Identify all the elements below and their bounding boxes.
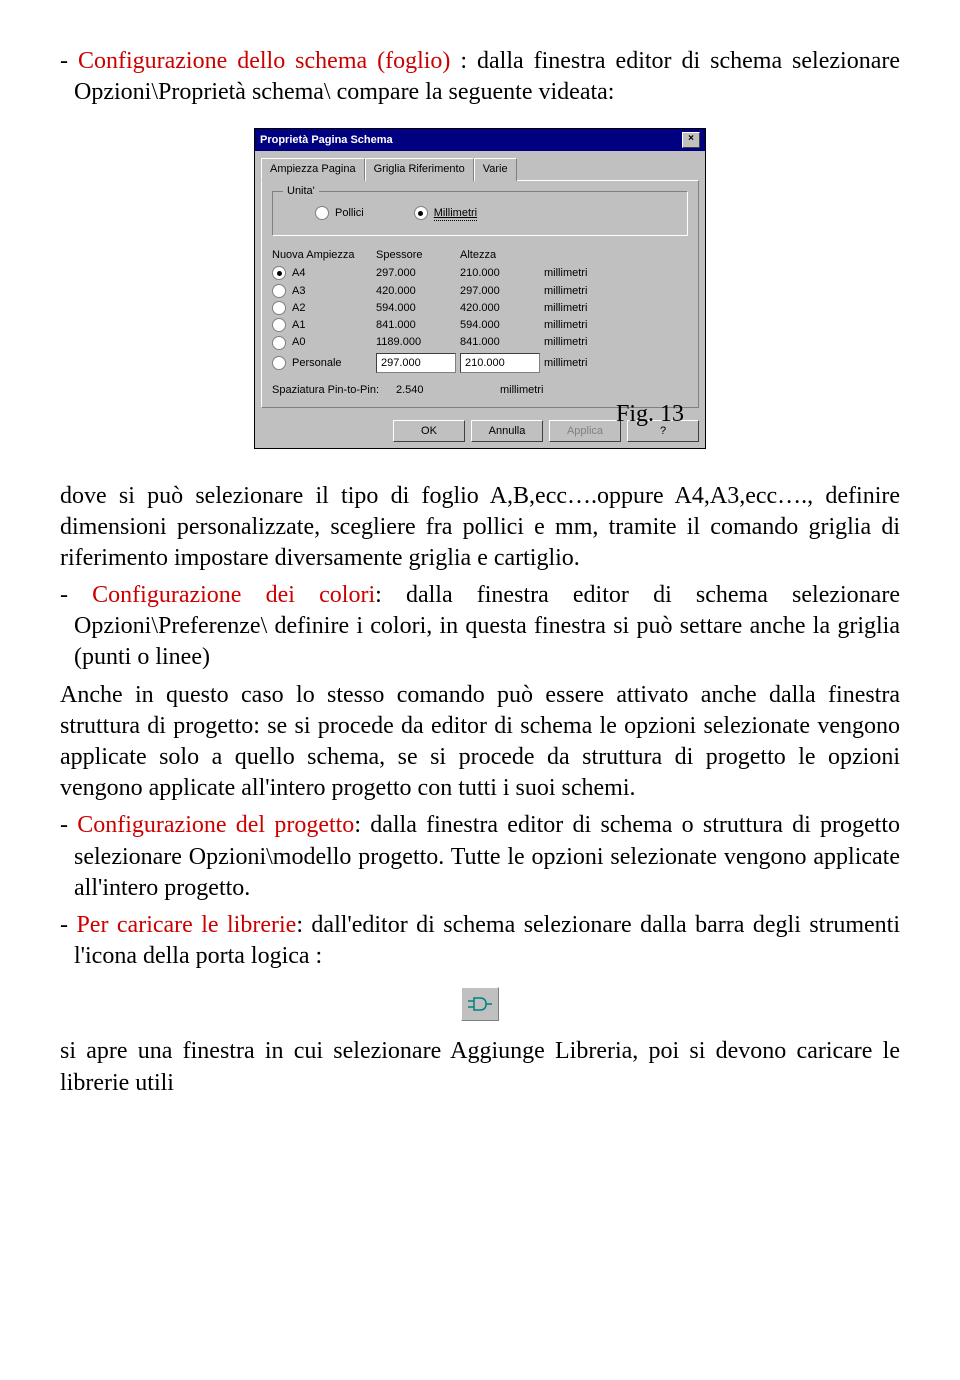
pin-spacing-row: Spaziatura Pin-to-Pin: 2.540 millimetri bbox=[272, 383, 688, 397]
size-row-a0: A0 1189.000 841.000 millimetri bbox=[272, 335, 688, 349]
dash: - bbox=[60, 582, 92, 608]
size-w: 420.000 bbox=[376, 284, 456, 298]
logic-gate-toolbar-icon[interactable] bbox=[461, 987, 499, 1021]
apply-button[interactable]: Applica bbox=[549, 420, 621, 442]
size-unit: millimetri bbox=[544, 301, 614, 315]
size-h: 420.000 bbox=[460, 301, 540, 315]
spacing-label: Spaziatura Pin-to-Pin: bbox=[272, 383, 392, 397]
intro-paragraph: - Configurazione dello schema (foglio) :… bbox=[60, 46, 900, 108]
size-w: 841.000 bbox=[376, 318, 456, 332]
size-row-a2: A2 594.000 420.000 millimetri bbox=[272, 301, 688, 315]
size-row-a4: A4 297.000 210.000 millimetri bbox=[272, 266, 688, 280]
section-colori: - Configurazione dei colori: dalla fines… bbox=[60, 580, 900, 674]
size-unit: millimetri bbox=[544, 356, 614, 370]
radio-millimetri[interactable]: Millimetri bbox=[414, 206, 477, 221]
col-altezza: Altezza bbox=[460, 248, 540, 262]
tab-panel: Unita' Pollici Millimetri Nuova Ampiezza… bbox=[261, 180, 699, 408]
size-w: 1189.000 bbox=[376, 335, 456, 349]
section-title: Configurazione dei colori bbox=[92, 582, 375, 608]
dash: - bbox=[60, 812, 77, 838]
size-unit: millimetri bbox=[544, 335, 614, 349]
size-w: 297.000 bbox=[376, 266, 456, 280]
body-paragraph-2: Anche in questo caso lo stesso comando p… bbox=[60, 680, 900, 805]
section-progetto: - Configurazione del progetto: dalla fin… bbox=[60, 810, 900, 904]
size-row-personale: Personale 297.000 210.000 millimetri bbox=[272, 353, 688, 373]
radio-dot-icon[interactable] bbox=[272, 266, 286, 280]
section-title: Per caricare le librerie bbox=[76, 912, 296, 938]
units-group-label: Unita' bbox=[283, 184, 319, 198]
spacing-unit: millimetri bbox=[500, 383, 570, 397]
size-w: 594.000 bbox=[376, 301, 456, 315]
dash: - bbox=[60, 912, 76, 938]
cancel-button[interactable]: Annulla bbox=[471, 420, 543, 442]
col-unit bbox=[544, 248, 614, 262]
size-name: A2 bbox=[292, 301, 305, 315]
radio-dot-icon bbox=[414, 206, 428, 220]
radio-dot-icon[interactable] bbox=[272, 336, 286, 350]
size-name: A3 bbox=[292, 284, 305, 298]
radio-dot-icon bbox=[315, 206, 329, 220]
logic-gate-icon bbox=[468, 996, 492, 1012]
size-name: A4 bbox=[292, 266, 305, 280]
radio-pollici[interactable]: Pollici bbox=[315, 206, 364, 221]
radio-dot-icon[interactable] bbox=[272, 356, 286, 370]
body-paragraph-1: dove si può selezionare il tipo di fogli… bbox=[60, 481, 900, 575]
units-group: Unita' Pollici Millimetri bbox=[272, 191, 688, 236]
size-h: 297.000 bbox=[460, 284, 540, 298]
width-input[interactable]: 297.000 bbox=[376, 353, 456, 373]
ok-button[interactable]: OK bbox=[393, 420, 465, 442]
section-librerie: - Per caricare le librerie: dall'editor … bbox=[60, 910, 900, 972]
size-unit: millimetri bbox=[544, 318, 614, 332]
tab-strip: Ampiezza Pagina Griglia Riferimento Vari… bbox=[255, 151, 705, 179]
radio-label: Millimetri bbox=[434, 206, 477, 221]
size-unit: millimetri bbox=[544, 284, 614, 298]
close-icon[interactable]: × bbox=[682, 132, 700, 148]
footer-paragraph: si apre una finestra in cui selezionare … bbox=[60, 1036, 900, 1098]
radio-dot-icon[interactable] bbox=[272, 318, 286, 332]
dash: - bbox=[60, 48, 78, 74]
size-h: 841.000 bbox=[460, 335, 540, 349]
column-headers: Nuova Ampiezza Spessore Altezza bbox=[272, 248, 688, 262]
dialog-titlebar: Proprietà Pagina Schema × bbox=[255, 129, 705, 151]
spacing-value: 2.540 bbox=[396, 383, 496, 397]
tab-ampiezza[interactable]: Ampiezza Pagina bbox=[261, 158, 365, 180]
size-name: A0 bbox=[292, 335, 305, 349]
height-input[interactable]: 210.000 bbox=[460, 353, 540, 373]
section-title: Configurazione del progetto bbox=[77, 812, 354, 838]
size-name: A1 bbox=[292, 318, 305, 332]
intro-title: Configurazione dello schema (foglio) bbox=[78, 48, 450, 74]
size-h: 210.000 bbox=[460, 266, 540, 280]
size-unit: millimetri bbox=[544, 266, 614, 280]
radio-dot-icon[interactable] bbox=[272, 301, 286, 315]
tab-griglia[interactable]: Griglia Riferimento bbox=[365, 158, 474, 180]
radio-dot-icon[interactable] bbox=[272, 284, 286, 298]
radio-label: Pollici bbox=[335, 206, 364, 220]
dialog-title: Proprietà Pagina Schema bbox=[260, 133, 393, 147]
size-h: 594.000 bbox=[460, 318, 540, 332]
col-spessore: Spessore bbox=[376, 248, 456, 262]
size-name: Personale bbox=[292, 356, 342, 370]
size-row-a1: A1 841.000 594.000 millimetri bbox=[272, 318, 688, 332]
size-row-a3: A3 420.000 297.000 millimetri bbox=[272, 284, 688, 298]
col-nuova: Nuova Ampiezza bbox=[272, 248, 372, 262]
tab-varie[interactable]: Varie bbox=[474, 158, 517, 180]
